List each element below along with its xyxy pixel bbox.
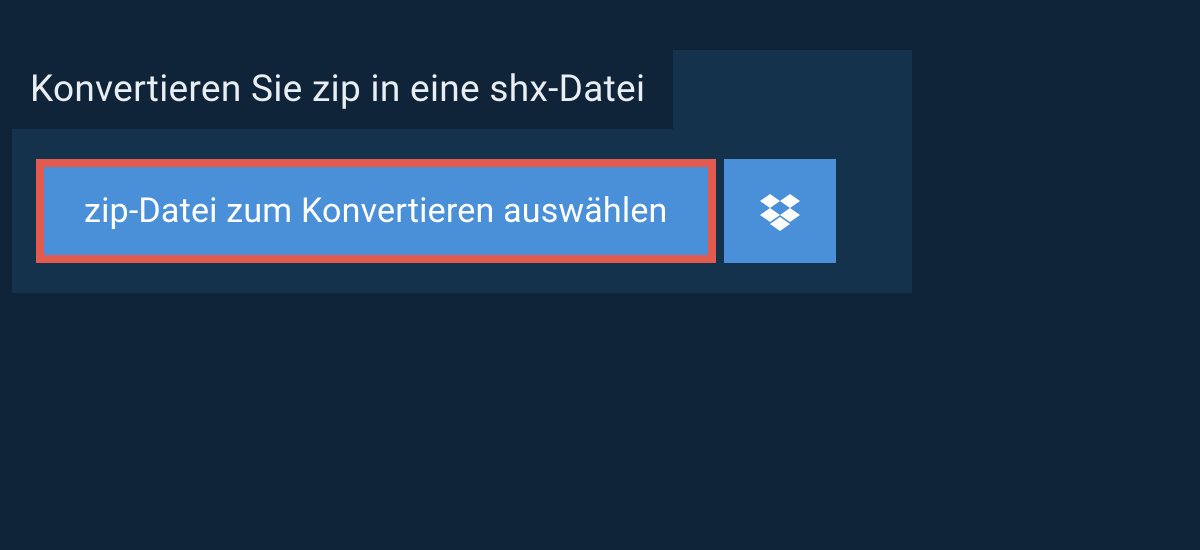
dropbox-icon [760,191,800,231]
select-file-label: zip-Datei zum Konvertieren auswählen [84,191,668,231]
action-row: zip-Datei zum Konvertieren auswählen [36,159,912,263]
dropbox-button[interactable] [724,159,836,263]
page-title: Konvertieren Sie zip in eine shx-Datei [30,68,645,111]
converter-panel: Konvertieren Sie zip in eine shx-Datei z… [12,50,912,293]
select-file-button[interactable]: zip-Datei zum Konvertieren auswählen [36,159,716,263]
title-bar: Konvertieren Sie zip in eine shx-Datei [12,50,673,129]
